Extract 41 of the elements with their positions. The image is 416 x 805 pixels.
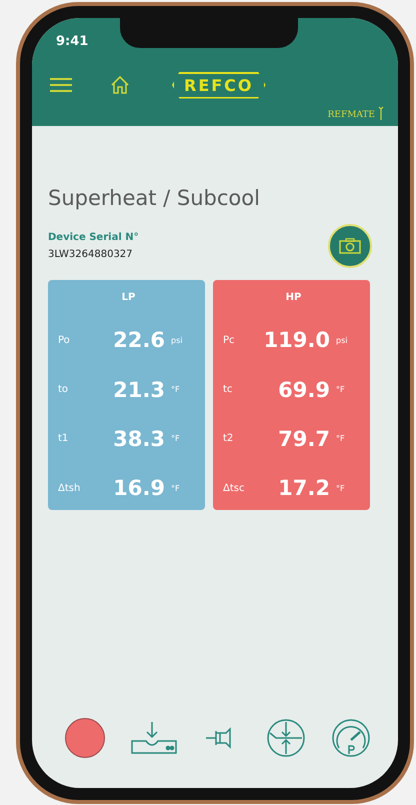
reading-value: 21.3 bbox=[112, 378, 165, 402]
page-title: Superheat / Subcool bbox=[48, 186, 261, 210]
reading-unit: °F bbox=[170, 434, 181, 444]
reading-label: Pc bbox=[223, 334, 236, 346]
menu-button[interactable] bbox=[50, 77, 72, 93]
reading-unit: °F bbox=[170, 484, 181, 492]
status-time: 9:41 bbox=[56, 34, 88, 48]
reading-unit: °F bbox=[335, 434, 346, 444]
reading-unit: °F bbox=[335, 484, 346, 492]
reading-value: 38.3 bbox=[112, 426, 165, 451]
reading-unit: °F bbox=[335, 385, 346, 394]
reading-value: 119.0 bbox=[262, 328, 330, 352]
reading-label: Δtsc bbox=[223, 482, 246, 494]
reading-label: Po bbox=[58, 334, 71, 346]
antenna-icon bbox=[378, 106, 384, 120]
panel-title: HP bbox=[284, 292, 302, 303]
camera-button[interactable] bbox=[328, 224, 372, 268]
reading-value: 17.2 bbox=[277, 476, 330, 500]
device-name: REFMATE bbox=[328, 110, 375, 120]
reading-label: Δtsh bbox=[58, 482, 82, 494]
gauge-button[interactable] bbox=[331, 718, 372, 758]
brand-logo: REFCO bbox=[172, 72, 266, 98]
pressure-arrows-button[interactable] bbox=[266, 718, 306, 758]
reading-label: tc bbox=[223, 384, 234, 395]
reading-label: t2 bbox=[223, 433, 234, 444]
reading-value: 16.9 bbox=[112, 476, 165, 500]
reading-value: 79.7 bbox=[277, 426, 330, 451]
reading-value: 69.9 bbox=[277, 378, 330, 402]
serial-value: 3LW3264880327 bbox=[48, 249, 134, 260]
reading-label: t1 bbox=[58, 433, 70, 444]
download-tray-button[interactable] bbox=[130, 721, 178, 755]
reading-label: to bbox=[58, 384, 70, 395]
reading-unit: °F bbox=[170, 385, 181, 394]
reading-unit: psi bbox=[170, 336, 184, 345]
serial-label: Device Serial N° bbox=[48, 232, 139, 243]
record-button[interactable] bbox=[64, 718, 105, 758]
panel-title: LP bbox=[120, 292, 136, 303]
camera-icon bbox=[339, 238, 361, 254]
reading-value: 22.6 bbox=[112, 328, 165, 352]
home-button[interactable] bbox=[110, 75, 130, 95]
reading-unit: psi bbox=[335, 336, 348, 345]
